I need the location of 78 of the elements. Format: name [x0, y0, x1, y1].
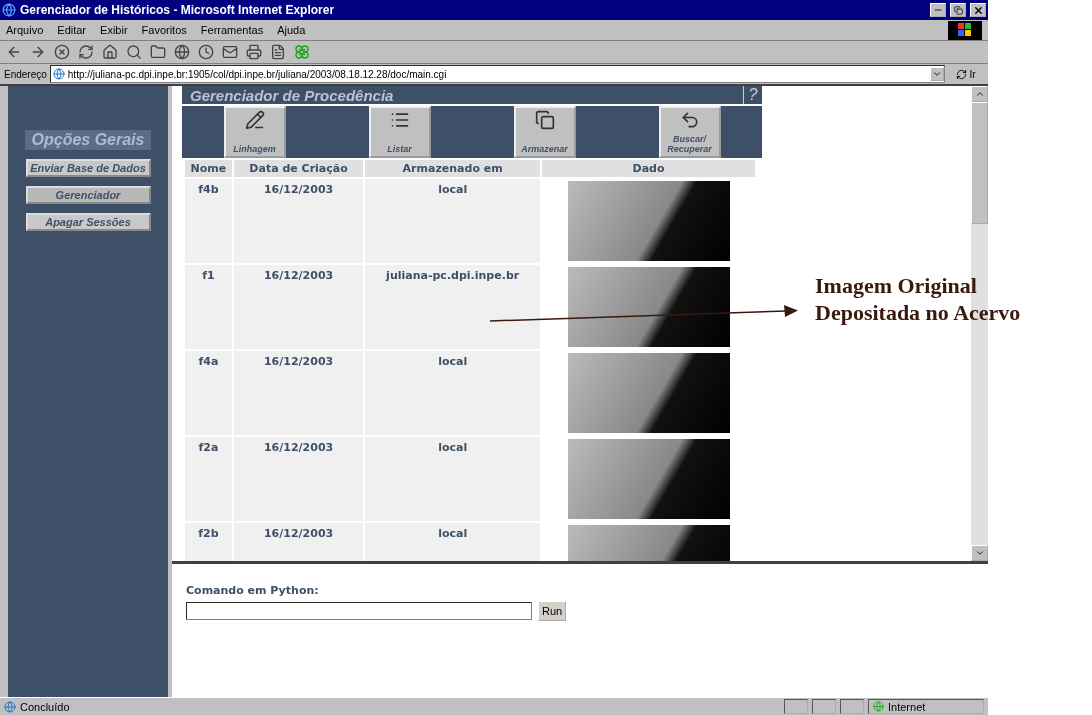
menu-item[interactable]: Ferramentas	[200, 24, 264, 36]
table-cell: local	[365, 437, 541, 521]
action-button[interactable]: Listar	[368, 106, 431, 158]
menu-item[interactable]: Arquivo	[6, 24, 44, 36]
refresh-icon[interactable]	[78, 44, 94, 60]
table-cell: local	[365, 179, 541, 263]
go-arrow-icon	[956, 68, 968, 80]
address-label: Endereço	[4, 68, 47, 80]
column-header: Armazenado em	[365, 160, 541, 177]
pencil-icon	[244, 110, 265, 130]
page-icon	[4, 700, 16, 713]
python-input[interactable]	[186, 602, 532, 620]
annotation-text: Depositada no Acervo	[815, 299, 1021, 326]
sidebar-item[interactable]: Apagar Sessões	[25, 213, 151, 231]
folder-icon[interactable]	[150, 44, 166, 60]
clock-icon[interactable]	[198, 44, 214, 60]
table-cell: juliana-pc.dpi.inpe.br	[365, 265, 541, 349]
search-icon[interactable]	[126, 44, 142, 60]
zone-indicator: Internet	[868, 699, 984, 714]
minimize-button[interactable]	[930, 3, 946, 17]
table-cell: f1	[185, 265, 232, 349]
python-label: Comando em Python:	[186, 584, 320, 597]
window-title: Gerenciador de Históricos - Microsoft Internet Explorer	[20, 3, 336, 17]
annotation-text: Imagem Original	[815, 272, 978, 299]
list-icon	[389, 110, 410, 130]
menu-item[interactable]: Exibir	[100, 24, 128, 36]
table-cell: local	[365, 351, 541, 435]
sidebar-title: Opções Gerais	[25, 130, 151, 150]
restore-icon	[953, 5, 963, 15]
status-text: Concluído	[20, 700, 71, 713]
sidebar-item[interactable]: Gerenciador	[25, 186, 151, 204]
sidebar-item[interactable]: Enviar Base de Dados	[25, 159, 151, 177]
table-cell: f4b	[185, 179, 232, 263]
globe-icon[interactable]	[174, 44, 190, 60]
table-cell: f2a	[185, 437, 232, 521]
run-button[interactable]: Run	[538, 601, 567, 621]
scroll-down-button[interactable]	[971, 545, 988, 561]
scroll-up-button[interactable]	[971, 86, 988, 102]
home-icon[interactable]	[102, 44, 118, 60]
column-header: Nome	[185, 160, 232, 177]
table-cell: 16/12/2003	[233, 437, 364, 521]
table-cell: 16/12/2003	[233, 351, 364, 435]
printer-icon[interactable]	[246, 44, 262, 60]
page-icon	[52, 68, 65, 80]
document-icon[interactable]	[270, 44, 286, 60]
status-pane	[840, 699, 864, 714]
action-button[interactable]: Armazenar	[513, 106, 576, 158]
globe-icon	[873, 701, 884, 712]
menu-item[interactable]: Favoritos	[141, 24, 187, 36]
help-link[interactable]: ?	[743, 86, 762, 104]
undo-arrow-icon	[679, 110, 700, 130]
dropdown-button[interactable]	[930, 67, 944, 81]
table-cell: f2b	[185, 523, 232, 561]
panel-title: Gerenciador de Procedência	[189, 86, 395, 104]
mail-icon[interactable]	[222, 44, 238, 60]
status-pane	[812, 699, 836, 714]
status-pane	[784, 699, 808, 714]
address-field[interactable]: http://juliana-pc.dpi.inpe.br:1905/col/dpi.inpe.br/juliana/2003/08.18.12.28/doc/main.cgi	[49, 65, 945, 83]
table-cell: local	[365, 523, 541, 561]
action-button[interactable]: Linhagem	[223, 106, 286, 158]
menu-item[interactable]: Ajuda	[277, 24, 306, 36]
column-header: Data de Criação	[233, 160, 364, 177]
table-cell: 16/12/2003	[233, 179, 364, 263]
forward-arrow-icon[interactable]	[30, 44, 46, 60]
table-cell: 16/12/2003	[233, 523, 364, 561]
close-button[interactable]	[970, 3, 986, 17]
windows-flag-icon	[958, 23, 972, 37]
close-icon	[972, 4, 984, 16]
column-header: Dado	[542, 160, 755, 177]
table-cell: 16/12/2003	[233, 265, 364, 349]
table-cell: f4a	[185, 351, 232, 435]
stop-icon[interactable]	[54, 44, 70, 60]
browser-icon	[2, 3, 16, 17]
copy-icon	[534, 110, 555, 130]
restore-button[interactable]	[950, 3, 966, 17]
menu-item[interactable]: Editar	[57, 24, 87, 36]
action-button[interactable]: Buscar/ Recuperar	[658, 106, 721, 158]
scroll-thumb[interactable]	[971, 102, 988, 224]
